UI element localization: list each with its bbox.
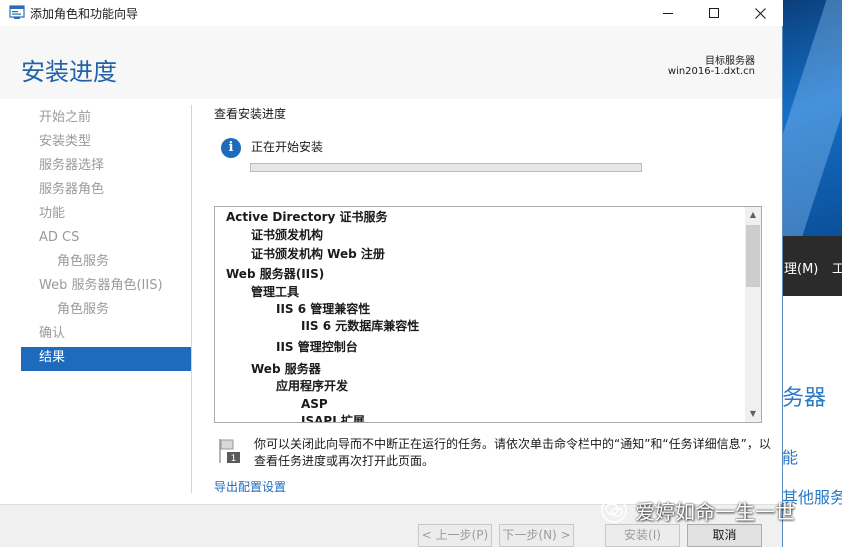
minimize-button[interactable] (645, 0, 691, 26)
window-title: 添加角色和功能向导 (30, 7, 139, 21)
scrollbar-thumb[interactable] (746, 225, 760, 287)
section-title: 查看安装进度 (214, 107, 287, 121)
feature-item: IIS 6 管理兼容性 (276, 302, 371, 316)
previous-button[interactable]: < 上一步(P) (418, 524, 492, 547)
cancel-button[interactable]: 取消 (687, 524, 762, 547)
nav-step-item[interactable]: 安装类型 (21, 131, 192, 155)
feature-item: ISAPI 扩展 (301, 414, 365, 422)
watermark: 爱婷如命一生一世 (601, 496, 795, 524)
feature-item: Web 服务器(IIS) (226, 267, 325, 281)
nav-step-item[interactable]: Web 服务器角色(IIS) (21, 275, 192, 299)
desktop-wallpaper (782, 0, 842, 242)
wizard-header: 安装进度 目标服务器 win2016-1.dxt.cn (0, 26, 782, 99)
flag-note-icon: 1 (219, 439, 240, 464)
feature-item: IIS 管理控制台 (276, 340, 358, 354)
nav-step-item[interactable]: 角色服务 (21, 299, 192, 323)
page-title: 安装进度 (21, 58, 117, 86)
feature-item: Web 服务器 (251, 362, 321, 376)
install-button[interactable]: 安装(I) (605, 524, 680, 547)
export-config-link[interactable]: 导出配置设置 (214, 478, 286, 495)
close-button[interactable] (737, 0, 783, 26)
nav-step-item[interactable]: 结果 (21, 347, 192, 371)
svg-text:1: 1 (231, 454, 237, 464)
feature-list-box[interactable]: Active Directory 证书服务证书颁发机构证书颁发机构 Web 注册… (214, 206, 762, 423)
minimize-icon (663, 12, 673, 14)
background-link[interactable]: 能 (782, 444, 798, 468)
title-bar[interactable]: 添加角色和功能向导 (0, 0, 783, 26)
target-server-name: win2016-1.dxt.cn (667, 66, 755, 77)
background-menu-item[interactable]: 工 (832, 258, 842, 277)
maximize-icon (709, 8, 719, 18)
nav-step-item[interactable]: 开始之前 (21, 107, 192, 131)
nav-divider (191, 105, 192, 493)
feature-item: ASP (301, 397, 328, 411)
nav-step-item[interactable]: 角色服务 (21, 251, 192, 275)
wechat-icon (601, 497, 627, 523)
feature-list: Active Directory 证书服务证书颁发机构证书颁发机构 Web 注册… (215, 207, 745, 422)
feature-item: 证书颁发机构 Web 注册 (251, 247, 385, 261)
install-progress-bar (250, 163, 642, 172)
scroll-down-icon[interactable]: ▼ (745, 406, 761, 422)
feature-item: 应用程序开发 (276, 379, 349, 393)
add-roles-wizard-window: 添加角色和功能向导 安装进度 目标服务器 win2016-1.dxt.cn 开始… (0, 0, 783, 547)
info-icon: i (221, 138, 241, 158)
feature-item: IIS 6 元数据库兼容性 (301, 319, 420, 333)
install-status-text: 正在开始安装 (251, 140, 324, 154)
scroll-up-icon[interactable]: ▲ (745, 207, 761, 223)
vertical-scrollbar[interactable]: ▲ ▼ (745, 207, 761, 422)
wizard-content: 开始之前 安装类型 服务器选择 服务器角色 功能 AD CS 角色服务 Web 服务器角色(I… (0, 99, 782, 504)
server-manager-icon (9, 5, 25, 19)
feature-item: 证书颁发机构 (251, 228, 324, 242)
wizard-note: 你可以关闭此向导而不中断正在运行的任务。请依次单击命令栏中的“通知”和“任务详细… (254, 437, 771, 468)
maximize-button[interactable] (691, 0, 737, 26)
nav-step-item[interactable]: AD CS (21, 227, 192, 251)
background-menu-item[interactable]: 理(M) (784, 258, 818, 277)
close-icon (754, 7, 766, 19)
feature-item: 管理工具 (251, 285, 300, 299)
feature-item: Active Directory 证书服务 (226, 210, 388, 224)
background-server-manager: 理(M) 工 务器 能 其他服务 (782, 0, 842, 547)
nav-step-item[interactable]: 服务器角色 (21, 179, 192, 203)
nav-step-item[interactable]: 功能 (21, 203, 192, 227)
nav-step-item[interactable]: 服务器选择 (21, 155, 192, 179)
watermark-text: 爱婷如命一生一世 (635, 499, 795, 524)
target-server-label: 目标服务器 (705, 56, 755, 67)
next-button[interactable]: 下一步(N) > (499, 524, 574, 547)
nav-step-item[interactable]: 确认 (21, 323, 192, 347)
wizard-steps-nav: 开始之前 安装类型 服务器选择 服务器角色 功能 AD CS 角色服务 Web 服务器角色(I… (21, 107, 192, 371)
background-heading: 务器 (782, 386, 827, 411)
